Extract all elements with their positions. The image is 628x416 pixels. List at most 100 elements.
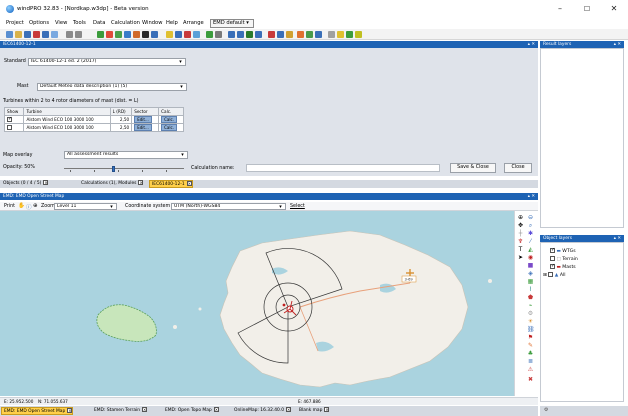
zoom-out-icon[interactable]: ⊖ (527, 215, 534, 221)
roughness-icon[interactable]: ▦ (527, 279, 534, 285)
sun-icon[interactable] (286, 31, 293, 38)
tab-onlinemap[interactable]: OnlineMap: 16.32.40.0 × (232, 407, 292, 415)
calc-button[interactable]: Calc. (161, 124, 177, 131)
menu-arrange[interactable]: Arrange (183, 20, 204, 26)
menu-help[interactable]: Help (166, 20, 178, 26)
panel-controls[interactable]: ▴ ✕ (614, 41, 621, 48)
meteo-icon[interactable]: ◈ (527, 271, 534, 277)
link-icon[interactable]: ⛓ (527, 327, 535, 333)
turbine-icon[interactable]: ✱ (527, 231, 534, 237)
tree-item-masts[interactable]: ▬ Masts (550, 263, 576, 270)
zoom-icon[interactable] (51, 31, 58, 38)
calc-icon[interactable] (166, 31, 173, 38)
masts-checkbox[interactable] (550, 263, 555, 269)
menu-tools[interactable]: Tools (73, 20, 86, 26)
obstacle-icon[interactable]: ■ (527, 263, 534, 269)
warning-icon[interactable] (268, 31, 275, 38)
tree-icon[interactable]: ♣ (527, 351, 534, 357)
ruler-icon[interactable]: ┼ (517, 231, 524, 237)
flag-icon[interactable] (297, 31, 304, 38)
hand-icon[interactable]: ✋ (18, 203, 25, 209)
area-icon[interactable] (115, 31, 122, 38)
globe-icon[interactable] (151, 31, 158, 38)
chart-icon[interactable] (255, 31, 262, 38)
layout-default-combo[interactable]: EMD default ▾ (210, 19, 254, 28)
tab-iec[interactable]: IEC61400-12-1 × (149, 180, 193, 188)
mast-icon[interactable]: ♆ (517, 239, 524, 245)
terrain-checkbox[interactable] (550, 255, 555, 261)
sun-icon[interactable]: ☀ (527, 319, 534, 325)
close-icon[interactable]: × (142, 407, 148, 412)
delete-icon[interactable]: ✖ (527, 377, 534, 383)
settings-icon[interactable] (215, 31, 222, 38)
export-icon[interactable] (246, 31, 253, 38)
mast-icon[interactable] (106, 31, 113, 38)
ruler-icon[interactable] (328, 31, 335, 38)
wtgs-checkbox[interactable] (550, 247, 555, 253)
tab-topo[interactable]: EMD: Open Topo Map × (163, 407, 219, 415)
close-icon[interactable]: × (67, 408, 73, 413)
receptor-icon[interactable]: ◉ (527, 255, 534, 261)
map-svg[interactable]: 3-69 (0, 211, 514, 396)
line-icon[interactable] (124, 31, 131, 38)
map-canvas[interactable]: 3-69 (0, 211, 514, 396)
close-icon[interactable]: × (213, 407, 219, 412)
text-icon[interactable]: T (517, 247, 524, 253)
layer-icon[interactable] (193, 31, 200, 38)
report-icon[interactable] (175, 31, 182, 38)
menu-calculation[interactable]: Calculation (111, 20, 140, 26)
menu-options[interactable]: Options (29, 20, 49, 26)
opacity-slider-thumb[interactable] (112, 166, 115, 172)
pencil-icon[interactable]: ✎ (527, 343, 534, 349)
menu-project[interactable]: Project (6, 20, 24, 26)
settings-icon[interactable]: ⚙ (527, 311, 534, 317)
edit-sector-button[interactable]: Edit... (134, 124, 152, 131)
wtg-icon[interactable] (97, 31, 104, 38)
mast-select[interactable]: Default Meteo data description (1) (5) ▾ (37, 83, 187, 91)
table-icon[interactable] (237, 31, 244, 38)
tab-objects[interactable]: Objects (0 / 4 / 5) × (1, 180, 49, 188)
sync-icon[interactable] (346, 31, 353, 38)
tab-calculations[interactable]: Calculations (1), Modules × (79, 180, 144, 188)
lamp-icon[interactable] (337, 31, 344, 38)
panel-controls[interactable]: ▴ ✕ (614, 235, 621, 242)
save-icon[interactable] (24, 31, 31, 38)
panel-controls[interactable]: ▴ ✕ (528, 41, 535, 48)
photo-icon[interactable]: ⌁ (527, 303, 534, 309)
select-button[interactable]: Select (290, 204, 305, 209)
close-icon[interactable]: × (324, 407, 330, 412)
print-button[interactable]: Print (4, 204, 15, 209)
close-icon[interactable]: × (286, 407, 292, 412)
edit-sector-button[interactable]: Edit... (134, 116, 152, 123)
maximize-button[interactable]: ☐ (576, 3, 598, 15)
zoom-in-icon[interactable]: ⊕ (517, 215, 524, 221)
close-icon[interactable]: × (138, 180, 144, 185)
shadow-icon[interactable] (133, 31, 140, 38)
save-close-button[interactable]: Save & Close (450, 163, 496, 173)
pin-icon[interactable] (184, 31, 191, 38)
redo-icon[interactable] (75, 31, 82, 38)
tab-osm[interactable]: EMD: EMD Open Street Map × (1, 407, 74, 415)
undo-icon[interactable] (66, 31, 73, 38)
tree-item-wtgs[interactable]: ▬ WTGs (550, 247, 576, 254)
print-icon[interactable] (42, 31, 49, 38)
star-icon[interactable] (355, 31, 362, 38)
coord-system-select[interactable]: UTM (North)-WGS84 ▾ (171, 202, 286, 210)
grid-icon[interactable] (228, 31, 235, 38)
terrain-icon[interactable] (206, 31, 213, 38)
link-icon[interactable] (315, 31, 322, 38)
tree-item-terrain[interactable]: □ Terrain (550, 255, 578, 262)
close-panel-button[interactable]: Close (504, 163, 532, 173)
search-icon[interactable]: ⌕ (527, 223, 534, 229)
delete-icon[interactable] (33, 31, 40, 38)
area-icon[interactable]: ◭ (527, 247, 534, 253)
all-checkbox[interactable] (548, 271, 554, 277)
tab-stamen[interactable]: EMD: Stamen Terrain × (92, 407, 148, 415)
opacity-slider-track[interactable] (64, 168, 184, 169)
meteo-icon[interactable] (142, 31, 149, 38)
elevation-icon[interactable]: ⌇ (527, 287, 534, 293)
shadow-icon[interactable]: ⬟ (527, 295, 534, 301)
open-icon[interactable] (15, 31, 22, 38)
minimize-button[interactable]: – (549, 3, 571, 15)
line-icon[interactable]: ⁄ (527, 239, 534, 245)
